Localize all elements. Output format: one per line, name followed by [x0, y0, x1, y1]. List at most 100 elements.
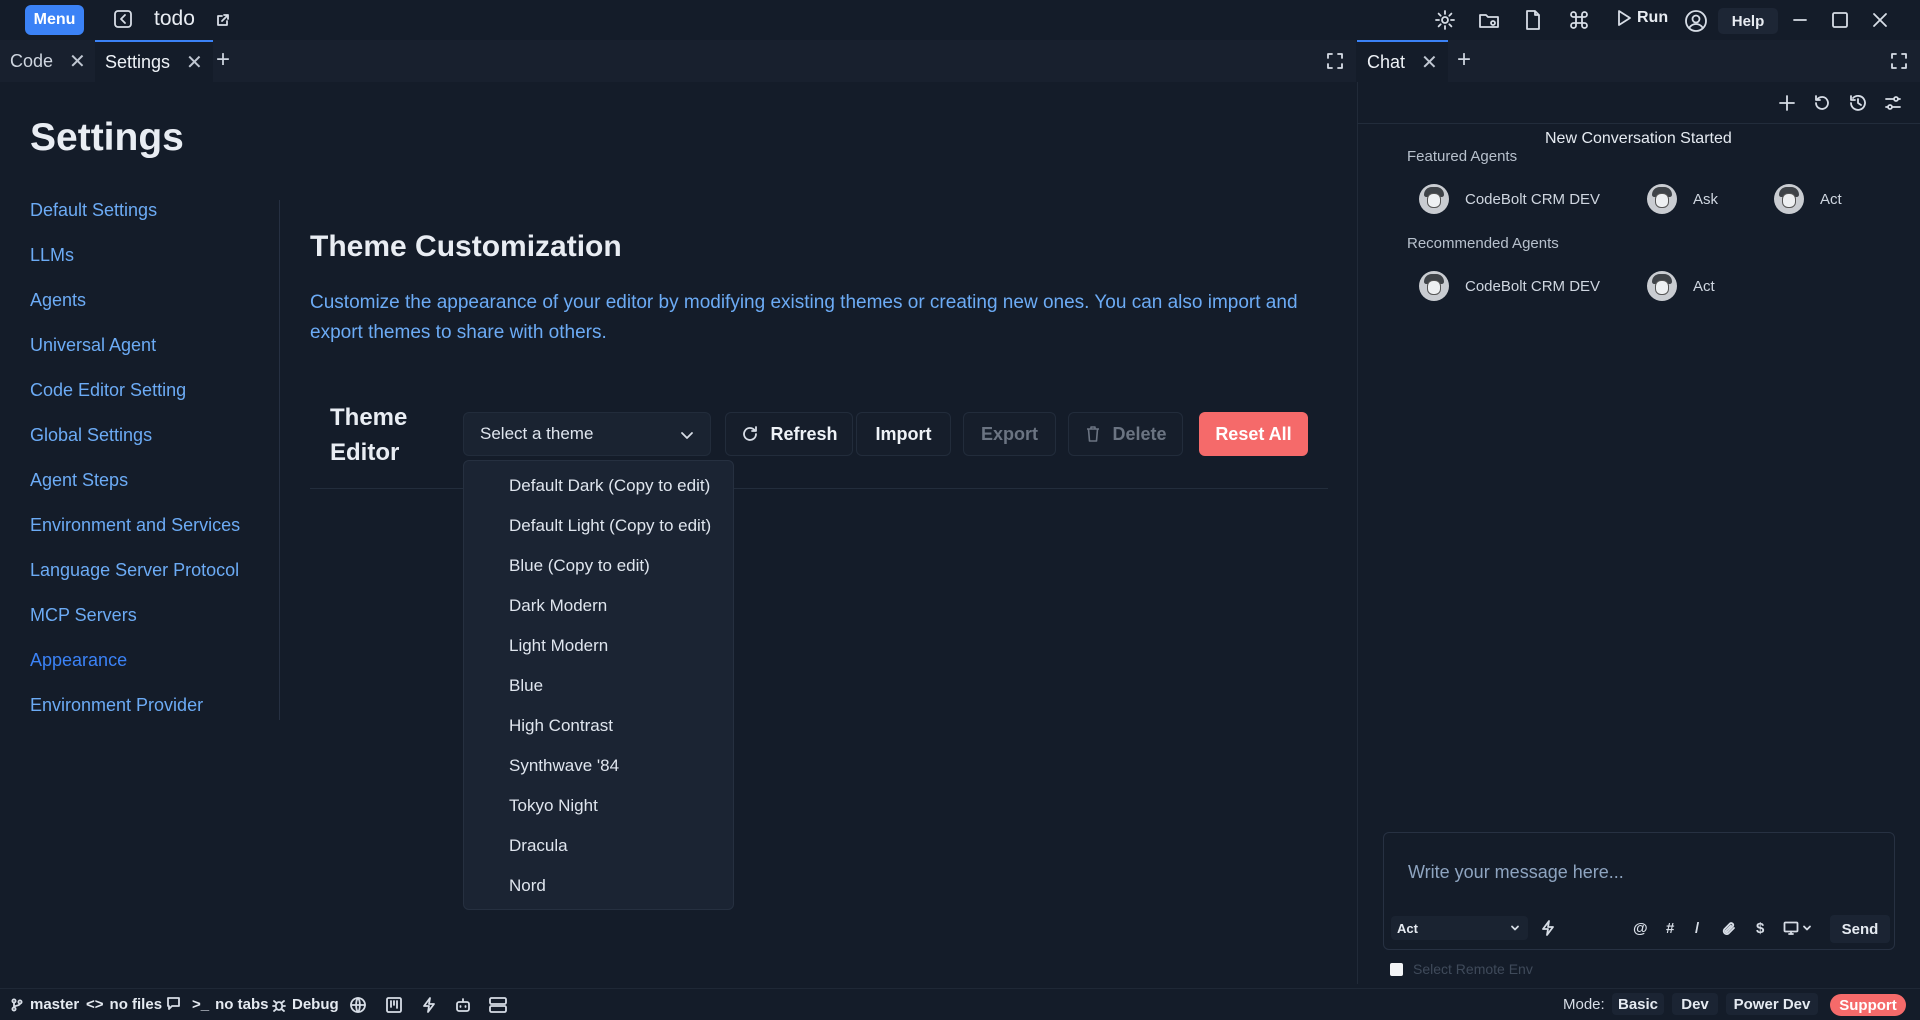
agent-item[interactable]: Act	[1774, 184, 1842, 214]
delete-button[interactable]: Delete	[1068, 412, 1183, 456]
history-icon[interactable]	[1848, 93, 1868, 113]
attachment-icon[interactable]	[1720, 920, 1738, 938]
slash-button[interactable]: /	[1695, 920, 1699, 937]
agent-mode-value: Act	[1397, 920, 1418, 936]
fullscreen-icon[interactable]	[1890, 52, 1908, 70]
page-title: Settings	[30, 116, 184, 159]
theme-select-value: Select a theme	[480, 424, 594, 443]
tab-settings[interactable]: Settings ✕	[95, 40, 213, 82]
robot-icon[interactable]	[454, 996, 472, 1014]
agent-item[interactable]: CodeBolt CRM DEV	[1419, 184, 1600, 214]
menu-button[interactable]: Menu	[25, 5, 84, 35]
trash-icon	[1087, 426, 1100, 442]
nav-appearance[interactable]: Appearance	[30, 650, 127, 671]
reset-all-button[interactable]: Reset All	[1199, 412, 1308, 456]
nav-universal-agent[interactable]: Universal Agent	[30, 335, 156, 356]
back-icon[interactable]	[113, 9, 133, 29]
agent-mode-select[interactable]: Act	[1391, 916, 1528, 940]
mode-dev-button[interactable]: Dev	[1672, 993, 1718, 1015]
theme-option[interactable]: Blue (Copy to edit)	[509, 556, 650, 576]
chevron-down-icon	[1511, 925, 1519, 931]
nav-agents[interactable]: Agents	[30, 290, 86, 311]
close-icon[interactable]	[1870, 10, 1890, 30]
theme-option[interactable]: Blue	[509, 676, 543, 696]
checkbox[interactable]	[1390, 962, 1403, 976]
terminal-indicator[interactable]: >_ no tabs	[192, 996, 268, 1013]
nav-environment-provider[interactable]: Environment Provider	[30, 695, 203, 716]
export-button[interactable]: Export	[963, 412, 1056, 456]
theme-option[interactable]: Light Modern	[509, 636, 608, 656]
globe-icon[interactable]	[349, 996, 367, 1014]
tabs-label: no tabs	[215, 996, 269, 1013]
nav-global-settings[interactable]: Global Settings	[30, 425, 152, 446]
lightning-icon[interactable]	[420, 996, 438, 1014]
code-icon: <>	[86, 996, 104, 1013]
mode-power-dev-button[interactable]: Power Dev	[1726, 993, 1818, 1015]
agent-name: Act	[1693, 277, 1715, 295]
run-button[interactable]: Run	[1615, 9, 1668, 27]
mention-button[interactable]: @	[1633, 920, 1648, 937]
user-circle-icon[interactable]	[1684, 9, 1708, 33]
theme-option[interactable]: High Contrast	[509, 716, 613, 736]
theme-option[interactable]: Tokyo Night	[509, 796, 598, 816]
agent-item[interactable]: Act	[1647, 271, 1715, 301]
conversation-status: New Conversation Started	[1545, 130, 1732, 147]
folder-settings-icon[interactable]	[1478, 9, 1500, 31]
kanban-icon[interactable]	[385, 996, 403, 1014]
external-link-icon[interactable]	[215, 12, 231, 28]
theme-option[interactable]: Synthwave '84	[509, 756, 619, 776]
nav-default-settings[interactable]: Default Settings	[30, 200, 157, 221]
close-tab-icon[interactable]: ✕	[1421, 50, 1438, 75]
theme-select[interactable]: Select a theme	[463, 412, 711, 456]
hash-button[interactable]: #	[1666, 920, 1674, 937]
agent-item[interactable]: CodeBolt CRM DEV	[1419, 271, 1600, 301]
command-icon[interactable]	[1568, 9, 1590, 31]
refresh-button[interactable]: Refresh	[725, 412, 853, 456]
help-button[interactable]: Help	[1718, 8, 1778, 34]
close-tab-icon[interactable]: ✕	[186, 50, 203, 75]
files-indicator[interactable]: <> no files	[86, 996, 162, 1013]
import-button[interactable]: Import	[856, 412, 951, 456]
theme-option[interactable]: Nord	[509, 876, 546, 896]
add-tab-icon[interactable]: +	[1457, 46, 1471, 74]
new-chat-icon[interactable]	[1778, 94, 1796, 112]
theme-option[interactable]: Dracula	[509, 836, 568, 856]
branch-indicator[interactable]: master	[10, 996, 79, 1013]
close-tab-icon[interactable]: ✕	[69, 49, 86, 74]
support-button[interactable]: Support	[1830, 994, 1906, 1016]
delete-label: Delete	[1112, 423, 1167, 444]
bug-icon	[272, 999, 286, 1012]
nav-environment-and-services[interactable]: Environment and Services	[30, 515, 240, 536]
theme-editor-label: Theme Editor	[330, 400, 407, 470]
nav-llms[interactable]: LLMs	[30, 245, 74, 266]
maximize-icon[interactable]	[1830, 10, 1850, 30]
theme-option[interactable]: Default Dark (Copy to edit)	[509, 476, 710, 496]
tab-code[interactable]: Code ✕	[10, 40, 86, 82]
nav-mcp-servers[interactable]: MCP Servers	[30, 605, 137, 626]
comment-icon[interactable]	[166, 996, 181, 1011]
debug-indicator[interactable]: Debug	[272, 996, 339, 1013]
add-tab-icon[interactable]: +	[216, 46, 230, 74]
dollar-button[interactable]: $	[1756, 920, 1764, 937]
theme-option[interactable]: Dark Modern	[509, 596, 607, 616]
server-icon[interactable]	[488, 996, 508, 1014]
fullscreen-icon[interactable]	[1326, 52, 1344, 70]
remote-env-checkbox[interactable]: Select Remote Env	[1390, 961, 1533, 977]
gear-icon[interactable]	[1434, 9, 1456, 31]
branch-name: master	[30, 996, 80, 1013]
filter-settings-icon[interactable]	[1884, 94, 1902, 112]
reset-icon[interactable]	[1813, 94, 1831, 112]
nav-code-editor-setting[interactable]: Code Editor Setting	[30, 380, 186, 401]
file-icon[interactable]	[1522, 9, 1544, 31]
tab-chat[interactable]: Chat ✕	[1357, 40, 1448, 82]
display-select[interactable]	[1783, 920, 1812, 936]
mode-basic-button[interactable]: Basic	[1612, 993, 1664, 1015]
nav-language-server-protocol[interactable]: Language Server Protocol	[30, 560, 239, 581]
nav-agent-steps[interactable]: Agent Steps	[30, 470, 128, 491]
remote-env-label: Select Remote Env	[1413, 961, 1533, 977]
send-button[interactable]: Send	[1830, 915, 1890, 943]
lightning-icon[interactable]	[1539, 919, 1557, 937]
minimize-icon[interactable]	[1790, 10, 1810, 30]
theme-option[interactable]: Default Light (Copy to edit)	[509, 516, 711, 536]
agent-item[interactable]: Ask	[1647, 184, 1718, 214]
